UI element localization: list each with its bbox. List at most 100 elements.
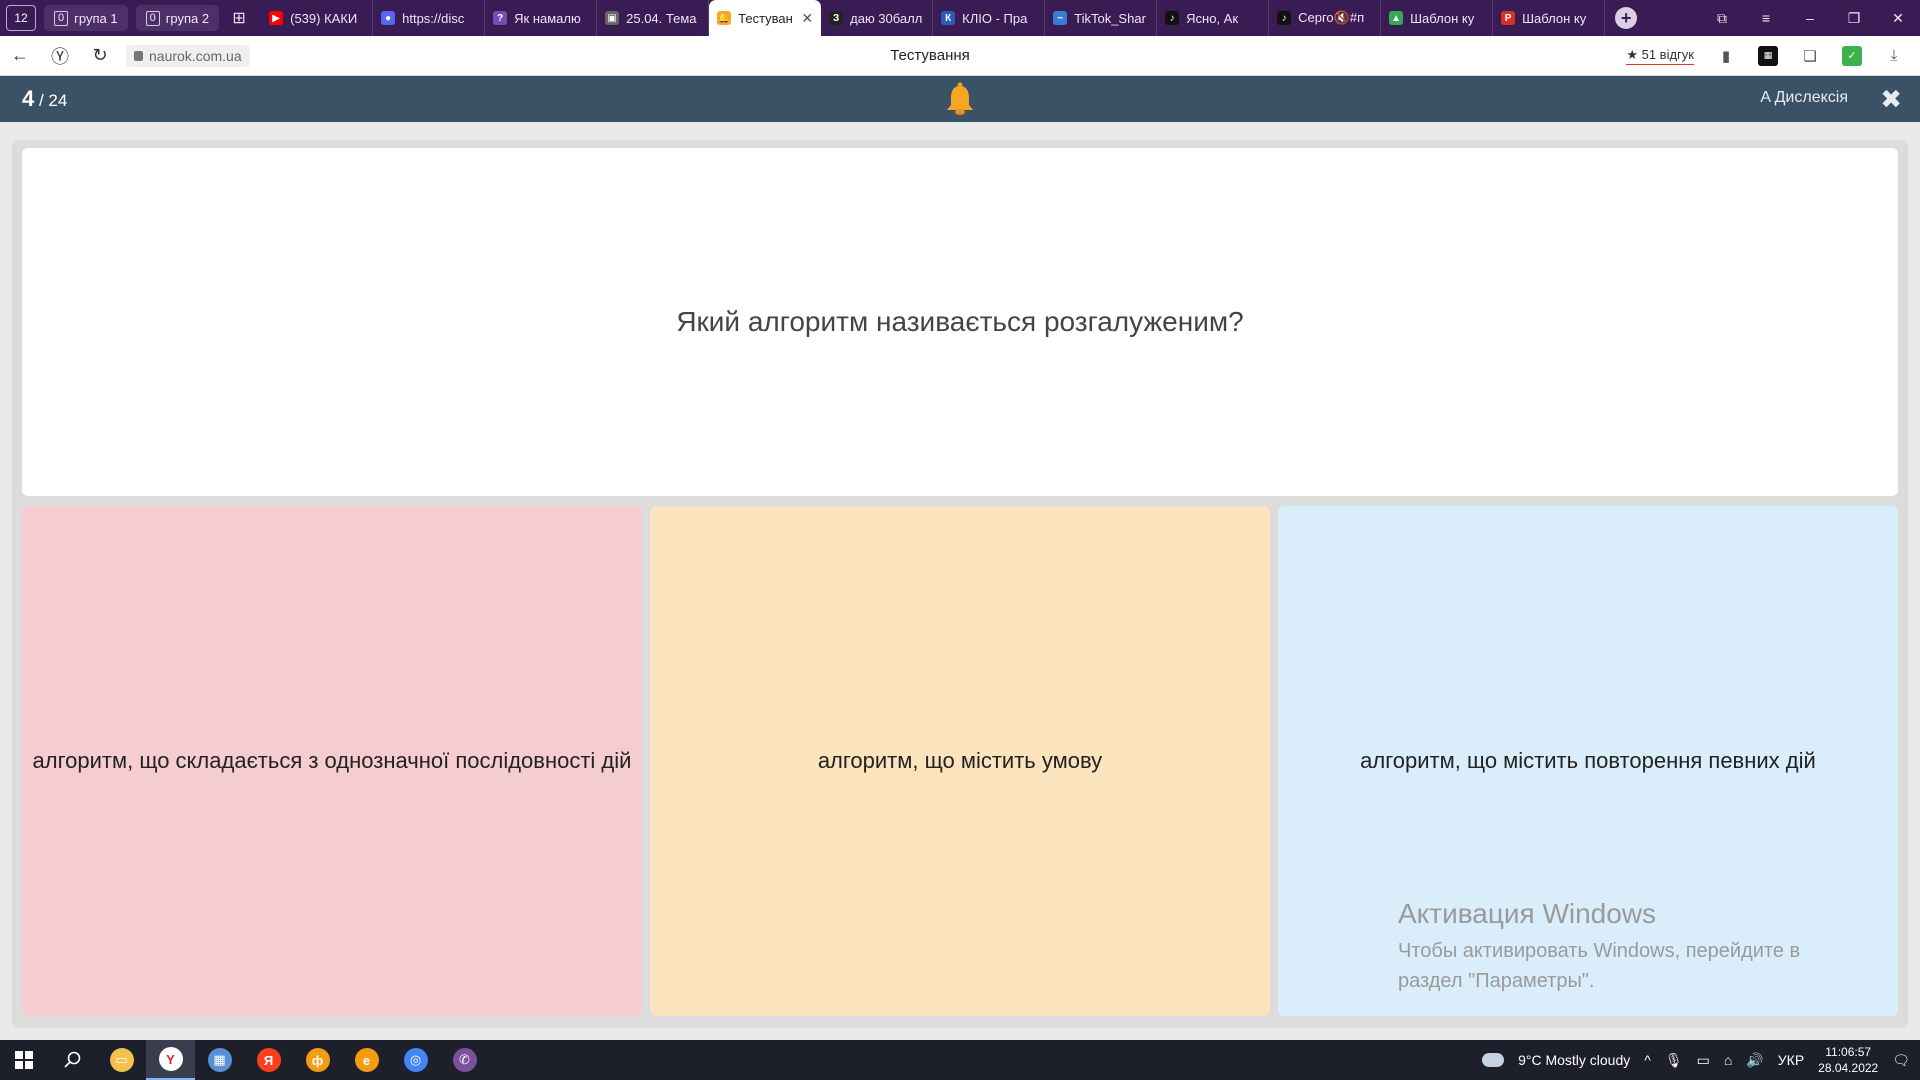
question-progress: 4 / 24 [22, 86, 67, 112]
extension-icon[interactable]: ▦ [1758, 45, 1778, 66]
menu-icon[interactable]: ≡ [1744, 10, 1788, 26]
close-tab-icon[interactable]: ✕ [801, 10, 813, 27]
bell-icon [947, 82, 973, 115]
window-controls: ⧉ ≡ – ❐ ✕ [1700, 0, 1920, 36]
tab-label: 25.04. Тема [626, 10, 697, 26]
browser-tab[interactable]: К КЛІО - Пра [933, 0, 1046, 36]
tab-group-1[interactable]: 0 група 1 [44, 5, 128, 31]
browser-tab[interactable]: Здаю 30балл [821, 0, 934, 36]
tab-group-label: група 1 [74, 10, 118, 26]
microphone-icon[interactable]: 🎙 [1665, 1052, 1683, 1069]
taskbar-e-app[interactable]: e [342, 1040, 391, 1080]
close-quiz-icon[interactable]: ✖ [1880, 84, 1902, 115]
reviews-link[interactable]: ★ 51 відгук [1626, 47, 1694, 65]
url-text: naurok.com.ua [149, 47, 242, 64]
volume-icon[interactable]: 🔊 [1746, 1052, 1763, 1069]
lock-icon [134, 50, 143, 61]
tab-list: ▶ (539) КАКИ ● https://disc? Як намалю ▣ 25.04… [261, 0, 1606, 36]
search-icon[interactable] [48, 1040, 97, 1080]
tab-favicon-icon: ? [493, 11, 508, 25]
activation-line-2: раздел "Параметры". [1398, 970, 1595, 992]
bookmark-icon[interactable]: ▮ [1716, 46, 1736, 66]
tab-label: даю 30балл [850, 10, 923, 26]
collections-icon[interactable]: ⧉ [1700, 10, 1744, 27]
taskbar-fm-app[interactable]: ф [293, 1040, 342, 1080]
e-app-icon: e [354, 1048, 379, 1072]
browser-tab[interactable]: ▣ 25.04. Тема [597, 0, 710, 36]
downloads-icon[interactable]: ⤓ [1884, 46, 1904, 66]
answer-option-1[interactable]: алгоритм, що складається з однозначної п… [22, 506, 642, 1016]
taskbar-yandex-browser[interactable]: Y [146, 1040, 195, 1080]
browser-tab[interactable]: ~ TikTok_Shar [1045, 0, 1158, 36]
dyslexia-toggle[interactable]: A Дислексія [1760, 89, 1848, 107]
reload-icon[interactable]: ↻ [80, 45, 120, 66]
tab-label: Шаблон ку [1410, 10, 1475, 26]
browser-tab[interactable]: ♪ Ясно, Ак [1157, 0, 1270, 36]
tab-favicon-icon: ▣ [605, 11, 620, 25]
browser-tab[interactable]: 🔔 Тестуван ✕ [709, 0, 822, 36]
tab-group-count: 0 [54, 10, 69, 26]
taskbar-yandex-app[interactable]: Я [244, 1040, 293, 1080]
question-card: Який алгоритм називається розгалуженим? [22, 148, 1898, 496]
answer-text: алгоритм, що містить умову [817, 748, 1103, 773]
notifications-icon[interactable]: 🗨 [1892, 1052, 1910, 1069]
tab-label: TikTok_Shar [1074, 10, 1146, 26]
browser-tab[interactable]: ▲ Шаблон ку [1381, 0, 1494, 36]
network-icon[interactable]: ⌂ [1724, 1052, 1732, 1068]
activation-line-1: Чтобы активировать Windows, перейдите в [1398, 940, 1801, 962]
tab-favicon-icon: P [1501, 11, 1516, 25]
windows-activation-watermark: Активация Windows Чтобы активировать Win… [1398, 898, 1800, 996]
browser-tab[interactable]: P Шаблон ку [1493, 0, 1606, 36]
tab-favicon-icon: 🔔 [717, 11, 732, 25]
browser-tab[interactable]: ▶ (539) КАКИ [261, 0, 374, 36]
language-indicator[interactable]: УКР [1778, 1052, 1804, 1068]
restore-icon[interactable]: ❐ [1832, 10, 1876, 27]
new-tab-button[interactable]: + [1615, 7, 1638, 29]
clock[interactable]: 11:06:57 28.04.2022 [1818, 1044, 1878, 1076]
taskbar-calendar-app[interactable]: ▦ [195, 1040, 244, 1080]
browser-tab[interactable]: ♪ Серго🔇#п [1269, 0, 1382, 36]
chevron-up-icon[interactable]: ^ [1644, 1052, 1651, 1068]
browser-tab[interactable]: ? Як намалю [485, 0, 598, 36]
weather-text[interactable]: 9°C Mostly cloudy [1518, 1052, 1630, 1068]
new-group-icon[interactable]: ⊞ [225, 5, 253, 31]
tab-label: (539) КАКИ [290, 10, 358, 26]
workspaces-button[interactable]: 12 [6, 5, 36, 31]
clock-time: 11:06:57 [1825, 1045, 1872, 1059]
tab-favicon-icon: ● [381, 11, 396, 25]
quiz-area: Який алгоритм називається розгалуженим? … [12, 140, 1908, 1028]
quiz-header: 4 / 24 A Дислексія ✖ [0, 76, 1920, 122]
tab-label: Ясно, Ак [1186, 10, 1239, 26]
tab-label: КЛІО - Пра [962, 10, 1028, 26]
close-window-icon[interactable]: ✕ [1876, 10, 1920, 27]
tab-group-count: 0 [145, 10, 160, 26]
collections-icon[interactable]: ❏ [1800, 46, 1820, 66]
browser-tab-strip: 12 0 група 1 0 група 2 ⊞ ▶ (539) КАКИ ● htt… [0, 0, 1920, 36]
question-text: Який алгоритм називається розгалуженим? [676, 306, 1244, 337]
browser-tab[interactable]: ● https://disc [373, 0, 486, 36]
activation-title: Активация Windows [1398, 898, 1657, 929]
camera-icon[interactable]: ▭ [1697, 1052, 1710, 1069]
yandex-browser-icon: Y [158, 1047, 183, 1071]
address-bar: ← Ⓨ ↻ naurok.com.ua Тестування ★ 51 відг… [0, 36, 1920, 76]
windows-start-icon[interactable] [0, 1040, 48, 1080]
tab-label: Серго🔇#п [1298, 10, 1365, 25]
extension-green-icon[interactable]: ✓ [1842, 45, 1862, 66]
taskbar-apps: ▭ Y ▦ Яф e ◎ ✆ [97, 1040, 489, 1080]
page-title: Тестування [890, 47, 970, 64]
tab-favicon-icon: З [829, 11, 844, 25]
file-explorer-icon: ▭ [109, 1048, 134, 1072]
tab-group-2[interactable]: 0 група 2 [135, 5, 220, 31]
answer-text: алгоритм, що складається з однозначної п… [32, 748, 632, 773]
taskbar-viber[interactable]: ✆ [440, 1040, 489, 1080]
tab-favicon-icon: ~ [1053, 11, 1068, 25]
answer-option-2[interactable]: алгоритм, що містить умову [650, 506, 1270, 1016]
tab-label: Шаблон ку [1522, 10, 1587, 26]
viber-icon: ✆ [452, 1048, 477, 1072]
yandex-icon[interactable]: Ⓨ [40, 43, 80, 69]
taskbar-chrome[interactable]: ◎ [391, 1040, 440, 1080]
back-icon[interactable]: ← [0, 45, 40, 66]
minimize-icon[interactable]: – [1788, 10, 1832, 26]
taskbar-file-explorer[interactable]: ▭ [97, 1040, 146, 1080]
url-field[interactable]: naurok.com.ua [126, 44, 250, 67]
